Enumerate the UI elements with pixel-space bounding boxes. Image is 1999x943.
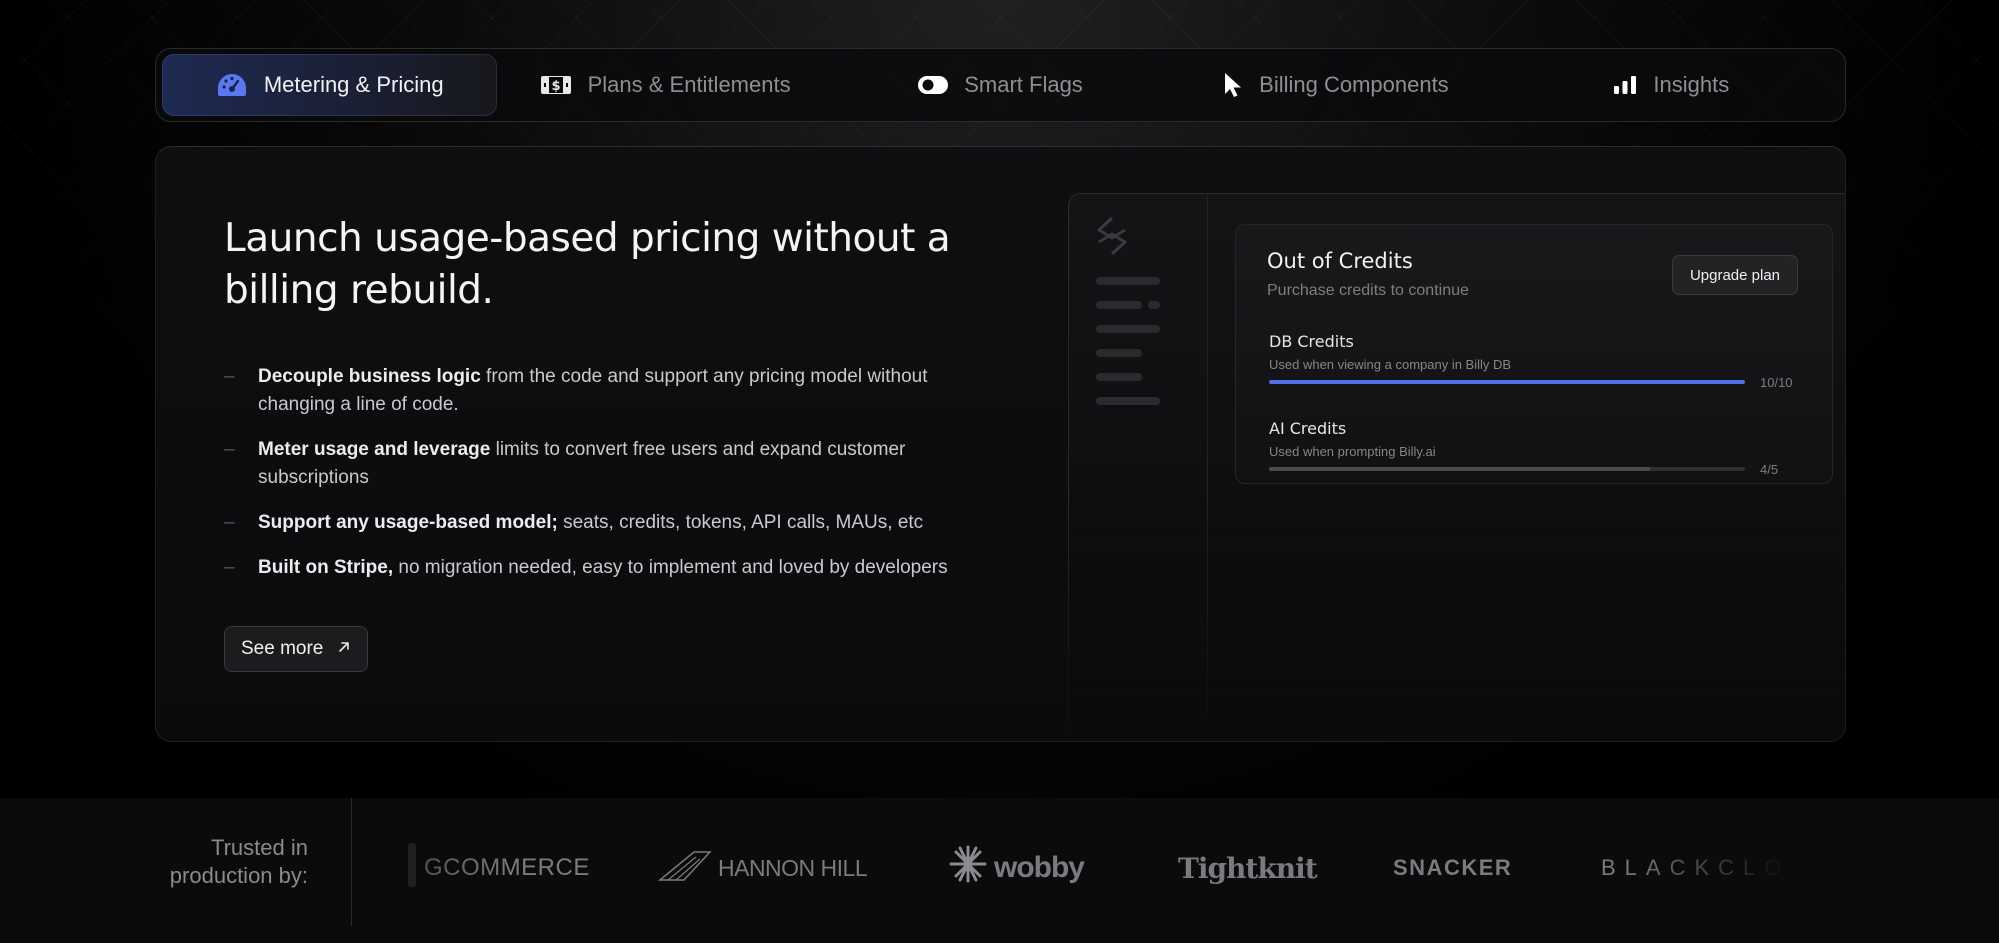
trusted-label-line: Trusted in [210, 835, 308, 860]
credit-count: 4/5 [1760, 462, 1779, 477]
customer-logo: SNACKER [1393, 855, 1601, 881]
preview-nav-placeholder [1096, 397, 1160, 405]
preview-nav-placeholder [1148, 301, 1160, 309]
feature-bold: Built on Stripe, [258, 557, 394, 578]
credit-name: DB Credits [1269, 332, 1354, 351]
logo-text: BLACKCLO [1601, 855, 1790, 880]
preview-nav-placeholder [1096, 277, 1160, 285]
feature-list: – Decouple business logic from the code … [224, 363, 1004, 599]
credit-description: Used when viewing a company in Billy DB [1269, 357, 1512, 372]
trusted-label-line: production by: [169, 863, 308, 888]
trusted-by-section: Trusted in production by: GCOMMERCE HANN… [0, 798, 1999, 943]
out-of-credits-panel: Out of Credits Purchase credits to conti… [1235, 224, 1833, 484]
page: Metering & Pricing $ Plans & Entitlement… [0, 0, 1999, 943]
feature-text: seats, credits, tokens, API calls, MAUs,… [557, 512, 924, 533]
dash-bullet: – [224, 512, 235, 533]
tab-insights[interactable]: Insights [1504, 54, 1839, 116]
panel-subtitle: Purchase credits to continue [1267, 282, 1469, 299]
headline: Launch usage-based pricing without a bil… [224, 216, 951, 313]
list-item: – Meter usage and leverage limits to con… [224, 436, 1004, 492]
tab-label: Metering & Pricing [263, 72, 444, 97]
credit-name: AI Credits [1269, 419, 1347, 438]
feature-tabs: Metering & Pricing $ Plans & Entitlement… [155, 48, 1846, 122]
credit-progress-track [1269, 467, 1745, 471]
customer-logo: wobby [948, 844, 1178, 892]
list-item: – Built on Stripe, no migration needed, … [224, 554, 1004, 582]
customer-logo: Tightknit [1178, 852, 1393, 885]
customer-logos: GCOMMERCE HANNON HILL wobby Tightknit SN… [400, 828, 1790, 908]
preview-sidebar [1069, 194, 1208, 741]
tab-label: Billing Components [1259, 72, 1449, 97]
svg-text:$: $ [551, 79, 560, 94]
ticket-dollar-icon: $ [540, 74, 572, 96]
credit-progress-fill [1269, 467, 1650, 471]
preview-nav-placeholder [1096, 301, 1142, 309]
dash-bullet: – [224, 366, 235, 387]
divider [351, 798, 352, 926]
dash-bullet: – [224, 557, 235, 578]
dash-bullet: – [224, 439, 235, 460]
trusted-label: Trusted in production by: [120, 834, 308, 890]
tab-label: Smart Flags [964, 72, 1083, 97]
feature-bold: Support any usage-based model; [258, 512, 558, 533]
tab-metering-pricing[interactable]: Metering & Pricing [162, 54, 498, 116]
preview-nav-placeholder [1096, 373, 1142, 381]
tab-label: Insights [1653, 72, 1730, 97]
tab-smart-flags[interactable]: Smart Flags [833, 54, 1168, 116]
wobby-logo-icon [948, 844, 988, 892]
logo-text: wobby [994, 851, 1085, 884]
gcommerce-logo-icon [406, 841, 418, 896]
customer-logo: BLACKCLO [1601, 855, 1790, 881]
bar-chart-icon [1613, 75, 1637, 95]
tab-label: Plans & Entitlements [587, 72, 791, 97]
feature-text: no migration needed, easy to implement a… [393, 557, 948, 578]
feature-panel: Launch usage-based pricing without a bil… [155, 146, 1846, 742]
panel-title: Out of Credits [1267, 249, 1413, 273]
feature-bold: Meter usage and leverage [258, 439, 491, 460]
logo-text: Tightknit [1178, 851, 1318, 885]
credit-count: 10/10 [1760, 375, 1793, 390]
schematic-logo-icon [1095, 216, 1129, 261]
tab-plans-entitlements[interactable]: $ Plans & Entitlements [497, 54, 832, 116]
hannon-hill-logo-icon [657, 848, 712, 888]
feature-bold: Decouple business logic [258, 366, 481, 387]
list-item: – Support any usage-based model; seats, … [224, 509, 1004, 537]
see-more-label: See more [241, 638, 324, 659]
credit-description: Used when prompting Billy.ai [1269, 444, 1436, 459]
preview-nav-placeholder [1096, 325, 1160, 333]
arrow-up-right-icon [337, 638, 351, 660]
app-preview: Out of Credits Purchase credits to conti… [1068, 193, 1845, 741]
cursor-pointer-icon [1223, 72, 1243, 98]
customer-logo: GCOMMERCE [406, 841, 658, 896]
upgrade-plan-button[interactable]: Upgrade plan [1672, 255, 1798, 295]
logo-text: SNACKER [1393, 855, 1513, 880]
customer-logo: HANNON HILL [657, 848, 948, 888]
preview-nav-placeholder [1096, 349, 1142, 357]
tab-billing-components[interactable]: Billing Components [1168, 54, 1503, 116]
credit-progress-track [1269, 380, 1745, 384]
toggle-icon [918, 76, 949, 94]
logo-text: HANNON HILL [718, 854, 868, 881]
list-item: – Decouple business logic from the code … [224, 363, 1004, 419]
see-more-button[interactable]: See more [224, 626, 369, 672]
credit-progress-fill [1269, 380, 1745, 384]
speedometer-icon [216, 72, 248, 98]
logo-text: GCOMMERCE [424, 854, 590, 881]
